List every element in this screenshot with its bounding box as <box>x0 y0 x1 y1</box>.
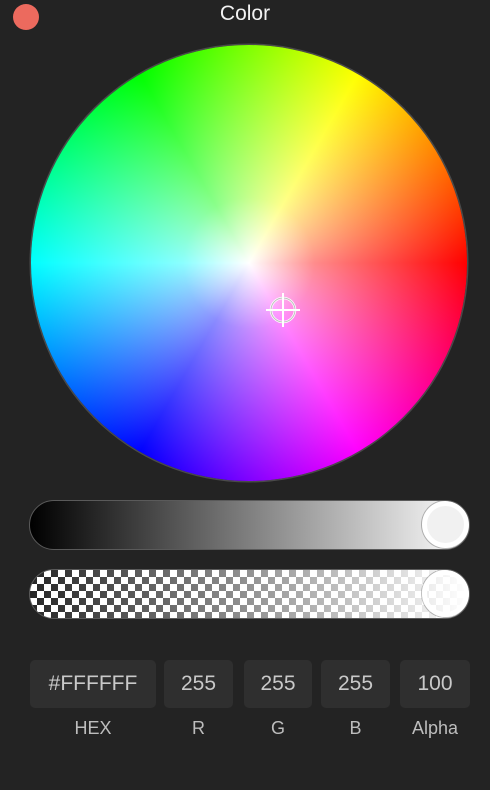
wheel-handle-icon[interactable] <box>266 293 300 327</box>
b-field[interactable]: 255 <box>321 660 390 708</box>
b-label: B <box>349 718 362 738</box>
alpha-label: Alpha <box>411 718 459 738</box>
alpha-field[interactable]: 100 <box>400 660 470 708</box>
window-title: Color <box>219 2 271 25</box>
r-field[interactable]: 255 <box>164 660 233 708</box>
hex-label: HEX <box>74 718 112 738</box>
hex-field[interactable]: #FFFFFF <box>30 660 156 708</box>
brightness-slider[interactable] <box>29 500 470 550</box>
alpha-slider[interactable] <box>29 569 470 619</box>
g-field[interactable]: 255 <box>244 660 312 708</box>
r-label: R <box>192 718 205 738</box>
color-wheel[interactable] <box>31 45 467 481</box>
alpha-slider-knob[interactable] <box>422 570 469 617</box>
g-label: G <box>270 718 285 738</box>
brightness-slider-knob[interactable] <box>422 501 469 548</box>
